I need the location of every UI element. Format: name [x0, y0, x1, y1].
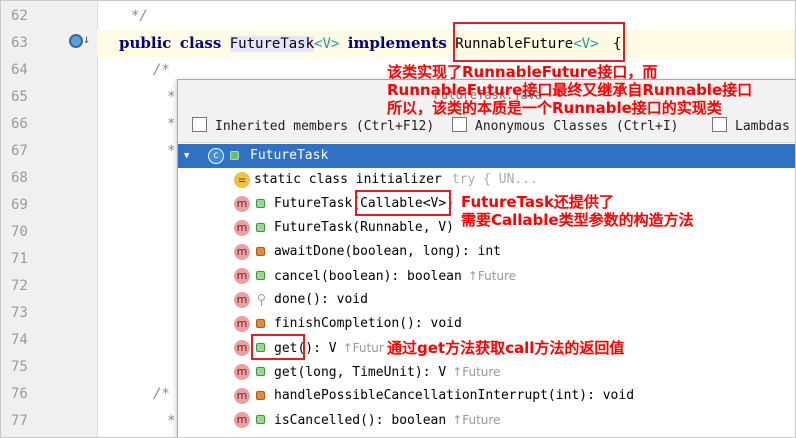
line-number: 63	[11, 35, 28, 51]
tree-item[interactable]: m cancel(boolean): boolean ↑Future	[178, 264, 795, 288]
tree-item[interactable]: = static class initializer try { UN...	[178, 168, 795, 192]
method-icon: m	[234, 220, 250, 236]
comment-open: /*	[153, 386, 170, 402]
tree-item[interactable]: m handlePossibleCancellationInterrupt(in…	[178, 384, 795, 408]
private-access-icon	[256, 391, 265, 400]
keyword-public: public	[119, 34, 172, 52]
file-structure-popup: FutureTask.java Inherited members (Ctrl+…	[177, 79, 795, 437]
method-icon: m	[234, 196, 250, 212]
arrow-down-icon: ↓	[83, 32, 91, 46]
comment-star: *	[167, 89, 176, 105]
tree-item-label: finishCompletion(): void	[274, 316, 462, 331]
line-number: 62	[11, 8, 28, 24]
editor-gutter: 62 63 64 65 66 67 68 69 70 71 72 73 74 7…	[1, 1, 98, 437]
tree-item[interactable]: m isCancelled(): boolean ↑Future	[178, 408, 795, 432]
keyword-implements: implements	[347, 34, 447, 52]
line-number: 67	[11, 143, 28, 159]
checkbox-label: Inherited members (Ctrl+F12)	[215, 119, 435, 134]
package-access-icon	[258, 294, 265, 306]
annotation-note-constructor: FutureTask还提供了 需要Callable类型参数的构造方法	[461, 193, 694, 229]
implemented-interface-icon[interactable]	[69, 34, 83, 48]
tree-item[interactable]: m awaitDone(boolean, long): int	[178, 240, 795, 264]
code-line-63[interactable]: public class FutureTask<V> implements Ru…	[97, 30, 795, 57]
tree-item-label: get(long, TimeUnit): V ↑Future	[274, 365, 501, 380]
line-number: 66	[11, 116, 28, 132]
line-number: 68	[11, 170, 28, 186]
comment-star: *	[167, 116, 176, 132]
keyword-class: class	[179, 34, 222, 52]
method-icon: m	[234, 388, 250, 404]
type-param: <V>	[314, 36, 340, 52]
line-number: 73	[11, 305, 28, 321]
line-number: 65	[11, 89, 28, 105]
line-number: 69	[11, 197, 28, 213]
method-icon: m	[234, 268, 250, 284]
class-icon: c	[208, 148, 224, 164]
line-number: 70	[11, 224, 28, 240]
checkbox-label: Anonymous Classes (Ctrl+I)	[475, 119, 679, 134]
comment-star: *	[167, 143, 176, 159]
highlight-box-constructor	[355, 190, 451, 216]
public-access-icon	[256, 415, 265, 424]
method-icon: m	[234, 412, 250, 428]
private-access-icon	[256, 247, 265, 256]
tree-item-label: static class initializer try { UN...	[254, 172, 538, 187]
highlight-box-get	[251, 334, 305, 360]
initializer-icon: =	[234, 172, 250, 188]
tree-item-label: FutureTask	[250, 148, 329, 163]
public-access-icon	[256, 199, 265, 208]
tree-item[interactable]: m done(): void	[178, 288, 795, 312]
public-access-icon	[256, 223, 265, 232]
tree-item-label: handlePossibleCancellationInterrupt(int)…	[274, 388, 635, 403]
method-icon: m	[234, 292, 250, 308]
tree-item-label: isCancelled(): boolean ↑Future	[274, 413, 501, 428]
line-number: 64	[11, 62, 28, 78]
comment-open: /*	[153, 62, 170, 78]
public-access-icon	[256, 271, 265, 280]
public-access-icon	[230, 151, 239, 160]
checkbox-icon	[192, 117, 207, 132]
checkbox-label: Lambdas	[735, 119, 790, 134]
tree-item[interactable]: m finishCompletion(): void	[178, 312, 795, 336]
tree-item-label: FutureTask(Runnable, V)	[274, 220, 455, 235]
line-number: 72	[11, 278, 28, 294]
inherited-members-checkbox[interactable]: Inherited members (Ctrl+F12)	[192, 117, 434, 134]
comment-star: *	[167, 413, 176, 429]
line-number: 76	[11, 386, 28, 402]
method-icon: m	[234, 244, 250, 260]
annotation-note-interface: 该类实现了RunnableFuture接口，而 RunnableFuture接口…	[387, 63, 753, 117]
highlight-box-interface	[453, 22, 625, 62]
method-icon: m	[234, 340, 250, 356]
public-access-icon	[256, 367, 265, 376]
tree-root-futuretask[interactable]: ▼ c FutureTask	[178, 144, 795, 168]
annotation-note-get: 通过get方法获取call方法的返回值	[387, 339, 625, 357]
class-name[interactable]: FutureTask	[229, 36, 315, 52]
tree-item-label: done(): void	[274, 292, 368, 307]
code-line-62[interactable]: */	[97, 3, 795, 30]
method-icon: m	[234, 364, 250, 380]
private-access-icon	[256, 319, 265, 328]
checkbox-icon	[452, 117, 467, 132]
tree-item-label: awaitDone(boolean, long): int	[274, 244, 501, 259]
method-icon: m	[234, 316, 250, 332]
comment-text: */	[131, 8, 148, 24]
line-number: 75	[11, 359, 28, 375]
lambdas-checkbox[interactable]: Lambdas	[712, 117, 790, 134]
line-number: 74	[11, 332, 28, 348]
line-number: 77	[11, 413, 28, 429]
line-number: 71	[11, 251, 28, 267]
tree-item[interactable]: m get(long, TimeUnit): V ↑Future	[178, 360, 795, 384]
expand-arrow-icon[interactable]: ▼	[184, 144, 189, 168]
checkbox-icon	[712, 117, 727, 132]
ide-editor-window: 62 63 64 65 66 67 68 69 70 71 72 73 74 7…	[0, 0, 796, 438]
tree-item-label: cancel(boolean): boolean ↑Future	[274, 269, 517, 284]
anonymous-classes-checkbox[interactable]: Anonymous Classes (Ctrl+I)	[452, 117, 679, 134]
